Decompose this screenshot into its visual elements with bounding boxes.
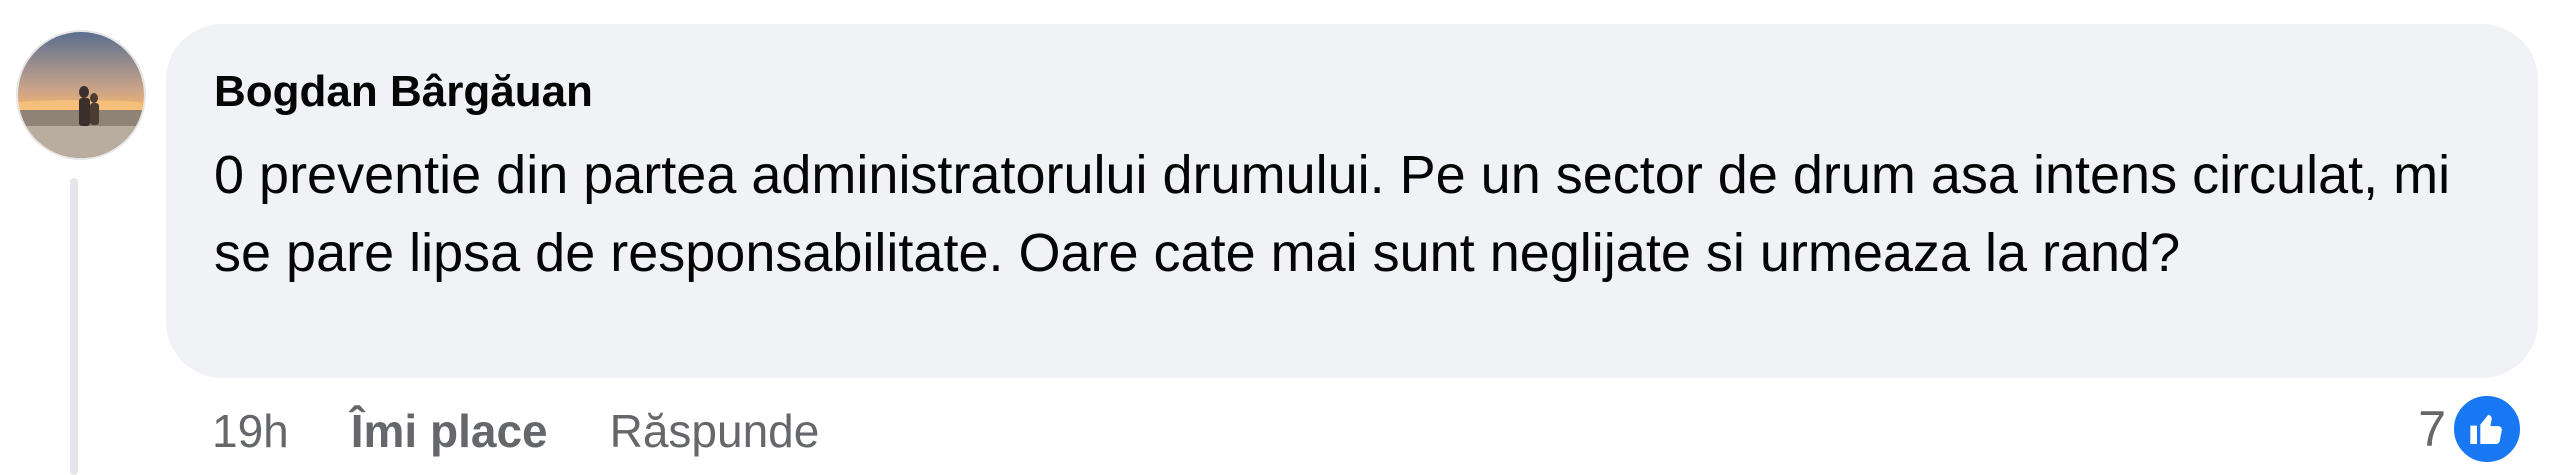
author-avatar[interactable] — [18, 32, 144, 158]
like-thumbs-up-icon — [2450, 392, 2524, 466]
comment-text: 0 preventie din partea administratorului… — [214, 145, 2451, 283]
comment-actions-bar: 19h Îmi place Răspunde — [212, 396, 819, 466]
comment-bubble: Bogdan Bârgăuan 0 preventie din partea a… — [166, 24, 2538, 378]
reply-button[interactable]: Răspunde — [610, 404, 820, 458]
avatar-photo — [18, 32, 144, 158]
reactions-summary[interactable]: 7 — [2418, 390, 2524, 468]
like-button[interactable]: Îmi place — [351, 404, 548, 458]
thread-connector-line — [70, 178, 78, 475]
comment-author-name[interactable]: Bogdan Bârgăuan — [214, 66, 2490, 122]
reaction-count: 7 — [2418, 401, 2446, 457]
comment-timestamp[interactable]: 19h — [212, 404, 289, 458]
